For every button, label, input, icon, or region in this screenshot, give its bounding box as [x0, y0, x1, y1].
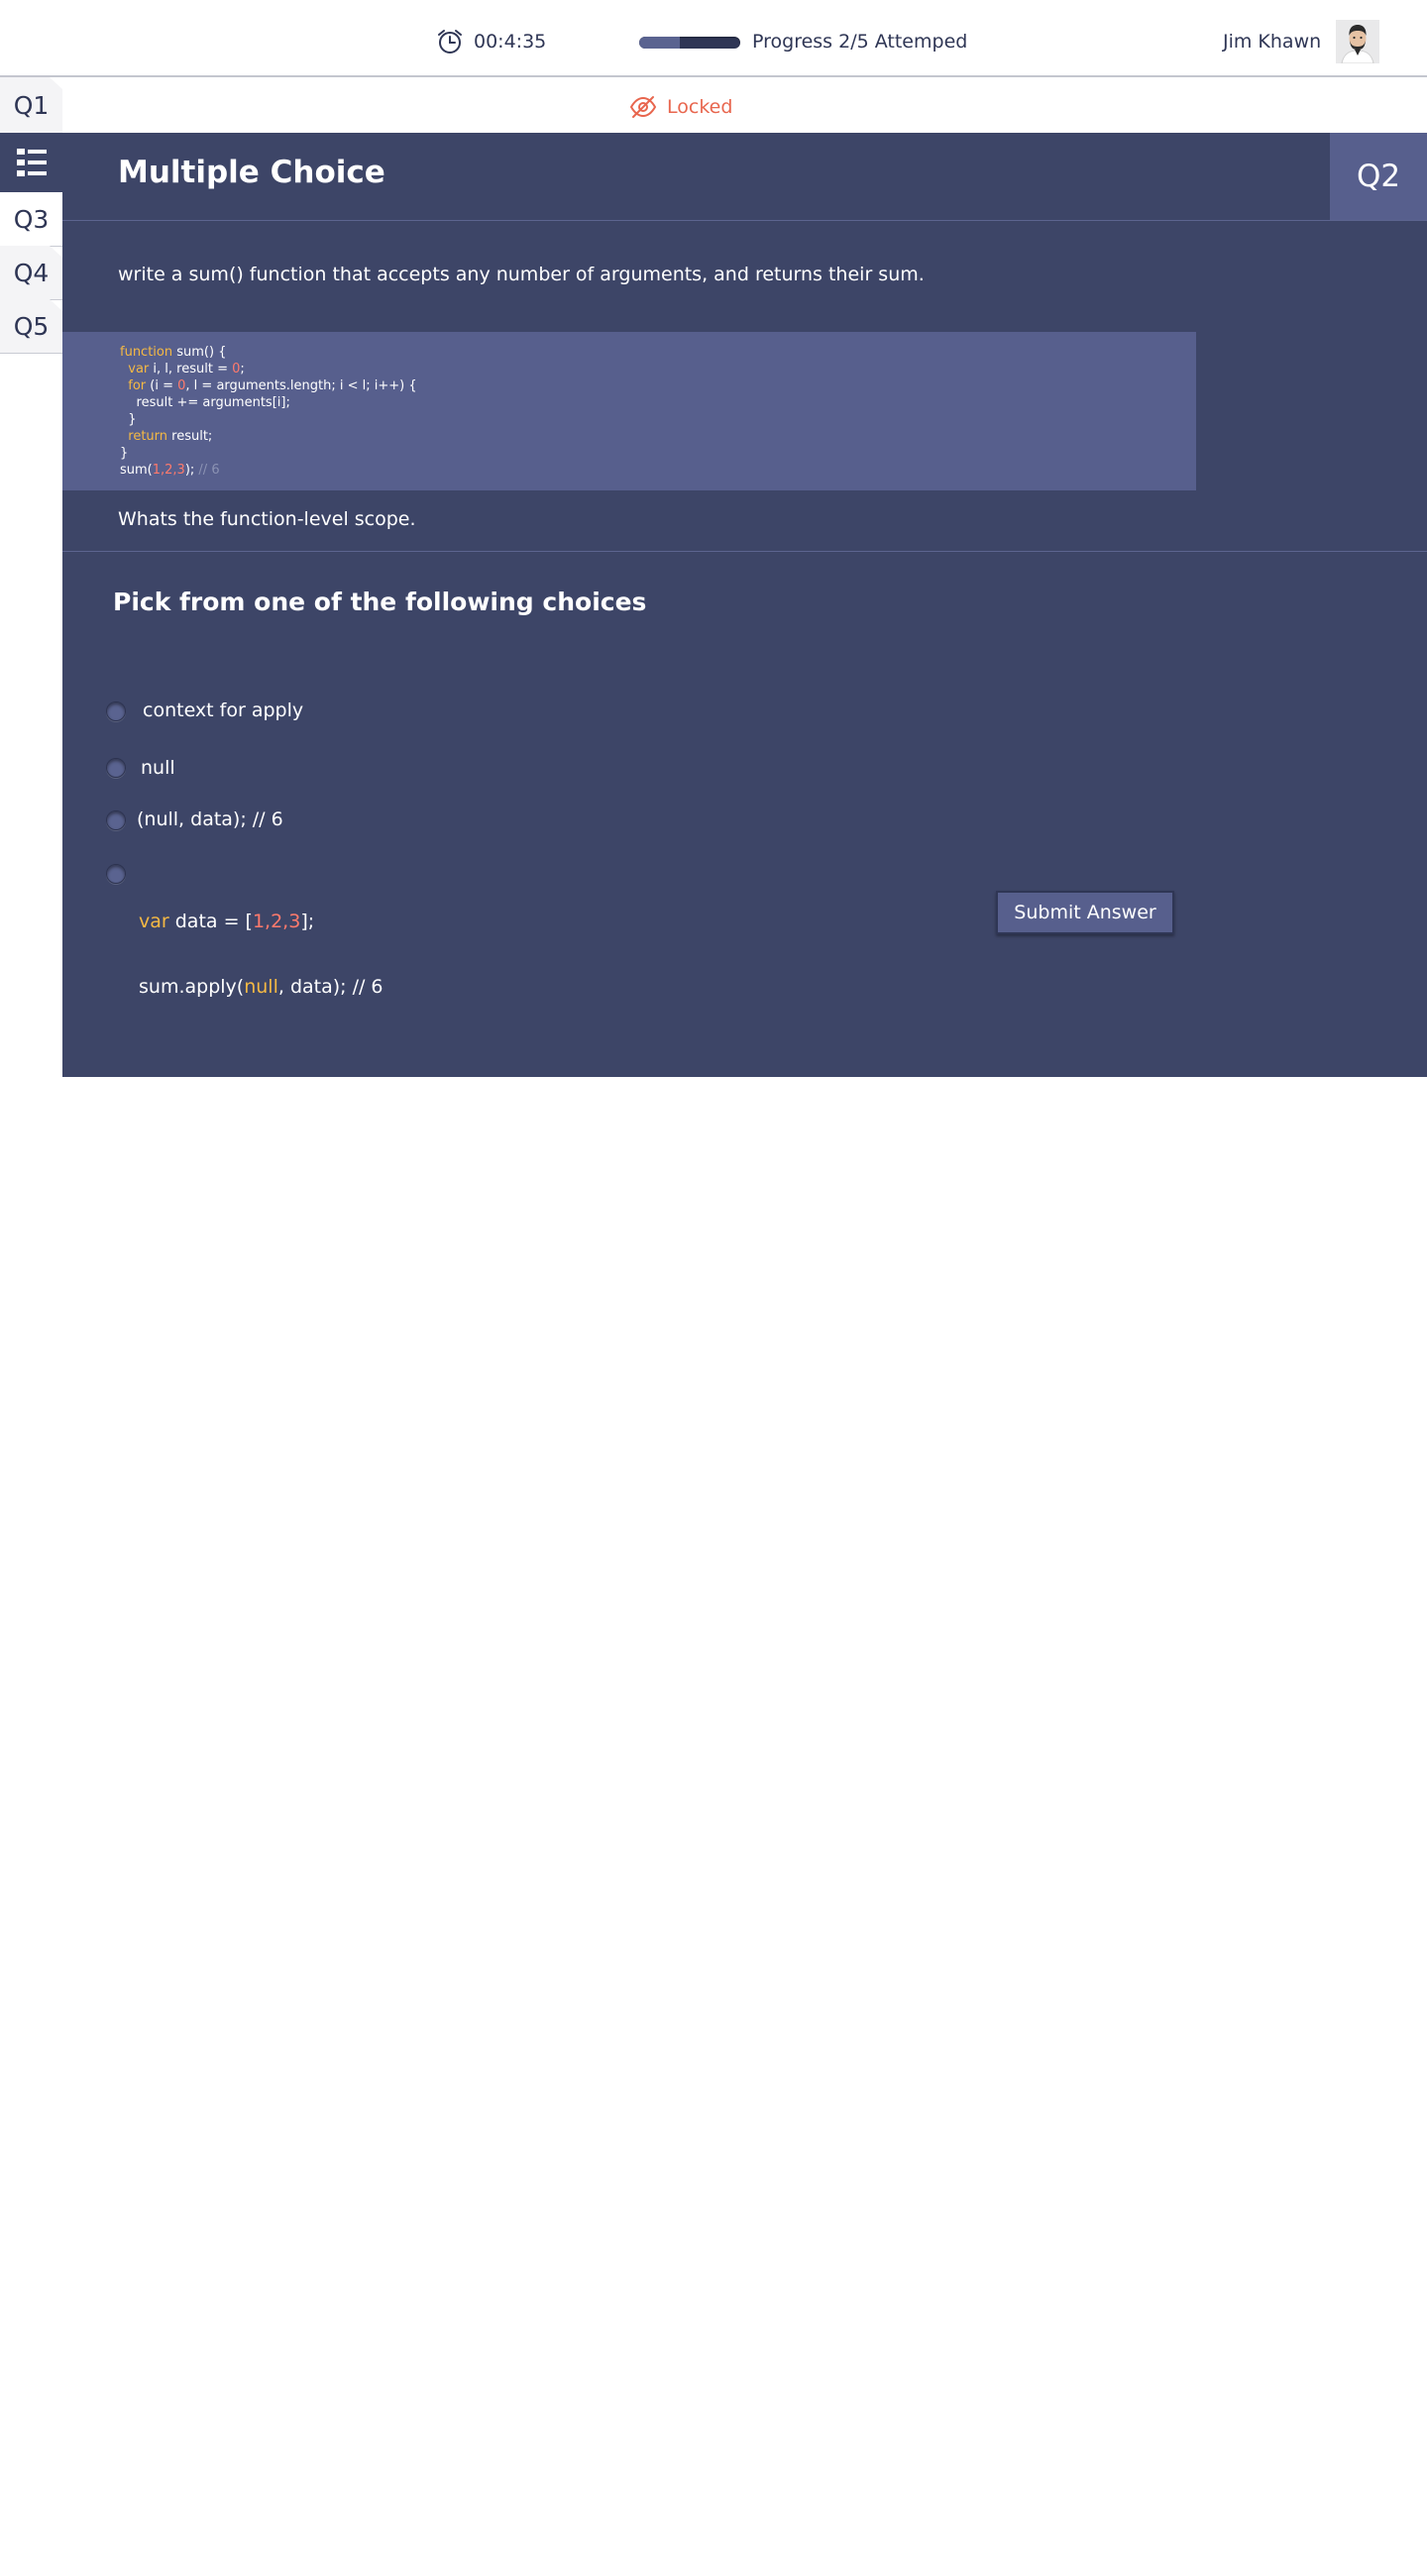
- code-line: }: [120, 446, 129, 461]
- submit-answer-button[interactable]: Submit Answer: [996, 891, 1174, 934]
- choice-label: null: [141, 757, 175, 779]
- question-subtext: Whats the function-level scope.: [118, 508, 416, 530]
- code-line: function sum() {: [120, 345, 227, 360]
- radio-button[interactable]: [106, 701, 126, 721]
- radio-button[interactable]: [106, 758, 126, 778]
- divider: [62, 551, 1427, 552]
- choice-label: (null, data); // 6: [137, 808, 283, 830]
- code-line: sum(1,2,3); // 6: [120, 463, 220, 478]
- question-tab-q5[interactable]: Q5: [0, 299, 62, 354]
- choice-option-4[interactable]: var data = [1,2,3]; sum.apply(null, data…: [106, 864, 384, 1041]
- question-tab-label: Q1: [13, 90, 50, 120]
- radio-button[interactable]: [106, 864, 126, 884]
- choice-option-2[interactable]: null: [106, 757, 175, 779]
- progress-bar: [639, 37, 740, 49]
- choice-label: var data = [1,2,3]; sum.apply(null, data…: [139, 911, 384, 998]
- code-line: }: [120, 412, 137, 427]
- timer-value: 00:4:35: [474, 31, 547, 53]
- code-line: return result;: [120, 429, 213, 444]
- question-number: Q2: [1356, 159, 1401, 194]
- question-tab-label: Q4: [13, 258, 50, 287]
- alarm-clock-icon: [438, 30, 462, 54]
- code-line: result += arguments[i];: [120, 395, 290, 410]
- code-line: for (i = 0, l = arguments.length; i < l;…: [120, 378, 417, 393]
- choice-label: context for apply: [143, 699, 304, 721]
- question-text: write a sum() function that accepts any …: [118, 264, 925, 285]
- top-header: 00:4:35 Progress 2/5 Attemped Jim Khawn: [0, 0, 1427, 77]
- progress: Progress 2/5 Attemped: [639, 31, 968, 53]
- question-tab-q3[interactable]: Q3: [0, 192, 62, 247]
- question-tab-label: Q5: [13, 311, 50, 341]
- locked-bar: Locked: [62, 77, 1427, 133]
- user-avatar-image: [1336, 20, 1379, 63]
- locked-label: Locked: [667, 96, 733, 118]
- question-panel: Multiple Choice Q2 write a sum() functio…: [62, 133, 1427, 1077]
- locked-status: Locked: [629, 95, 732, 119]
- choice-option-3[interactable]: (null, data); // 6: [106, 808, 283, 830]
- progress-text: Progress 2/5 Attemped: [752, 31, 968, 53]
- eye-slash-icon: [629, 96, 657, 118]
- progress-bar-fill: [639, 37, 680, 49]
- code-line: var i, l, result = 0;: [120, 362, 245, 376]
- question-number-badge: Q2: [1330, 133, 1427, 220]
- question-tab-q1[interactable]: Q1: [0, 77, 62, 134]
- question-tab-label: Q3: [13, 204, 50, 234]
- radio-button[interactable]: [106, 810, 126, 830]
- list-icon: [16, 149, 47, 176]
- user-name[interactable]: Jim Khawn: [1223, 31, 1321, 53]
- choice-option-1[interactable]: context for apply: [106, 699, 303, 721]
- timer: 00:4:35: [436, 28, 546, 55]
- question-type-title: Multiple Choice: [118, 155, 385, 190]
- question-tab-q4[interactable]: Q4: [0, 246, 62, 300]
- question-list-button[interactable]: [0, 133, 62, 192]
- choices-heading: Pick from one of the following choices: [113, 588, 647, 616]
- code-snippet: function sum() { var i, l, result = 0; f…: [62, 332, 1196, 490]
- divider: [62, 220, 1427, 221]
- avatar[interactable]: [1336, 20, 1379, 63]
